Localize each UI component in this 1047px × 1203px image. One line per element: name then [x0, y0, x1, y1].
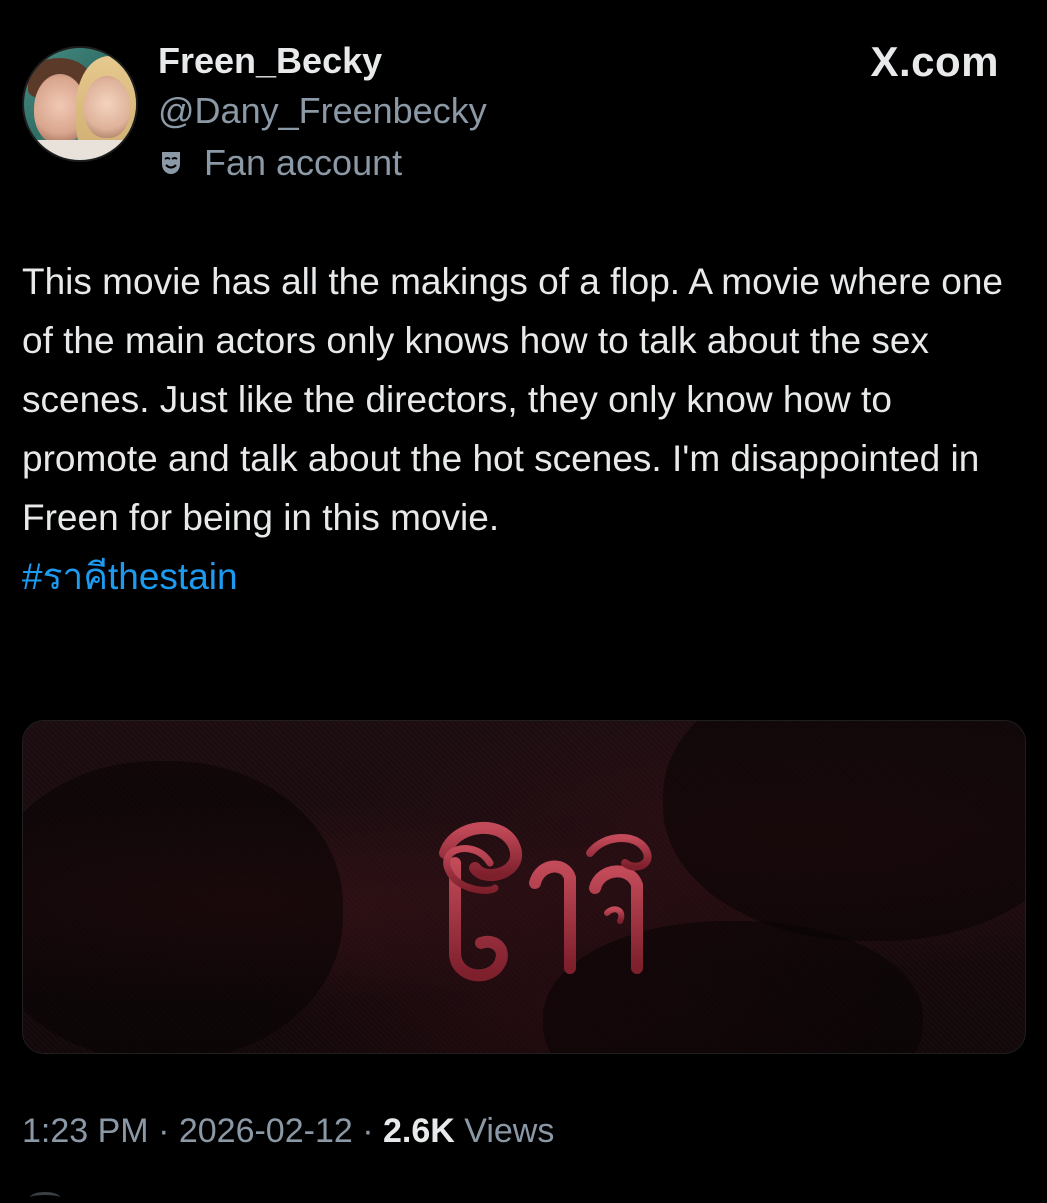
tweet-media[interactable]: [22, 720, 1026, 1054]
author-display-name[interactable]: Freen_Becky: [158, 40, 382, 82]
author-handle[interactable]: @Dany_Freenbecky: [158, 90, 487, 132]
hashtag-link[interactable]: #ราคีthestain: [22, 547, 1022, 606]
reply-icon[interactable]: [30, 1192, 60, 1203]
tweet-meta: 1:23 PM · 2026-02-12 · 2.6K Views: [22, 1112, 554, 1151]
avatar-face-right: [84, 76, 130, 138]
tweet-body: This movie has all the makings of a flop…: [22, 252, 1022, 606]
views-count[interactable]: 2.6K: [383, 1112, 455, 1150]
account-label: Fan account: [160, 142, 402, 184]
avatar[interactable]: [22, 46, 138, 162]
account-label-text: Fan account: [204, 142, 403, 183]
action-bar-edge: [0, 1188, 1047, 1200]
meta-separator: ·: [148, 1112, 179, 1150]
movie-title-logo: [439, 821, 652, 982]
x-com-watermark: X.com: [870, 38, 999, 85]
views-label: Views: [454, 1112, 555, 1150]
tweet-time[interactable]: 1:23 PM: [22, 1112, 149, 1150]
avatar-shirt: [24, 140, 136, 160]
theater-mask-icon: [162, 152, 180, 174]
tweet-date[interactable]: 2026-02-12: [179, 1112, 353, 1150]
media-shadow-left: [23, 761, 343, 1053]
tweet-text: This movie has all the makings of a flop…: [22, 261, 1004, 538]
meta-separator: ·: [352, 1112, 383, 1150]
tweet: Freen_Becky @Dany_Freenbecky Fan account…: [0, 0, 1047, 1200]
